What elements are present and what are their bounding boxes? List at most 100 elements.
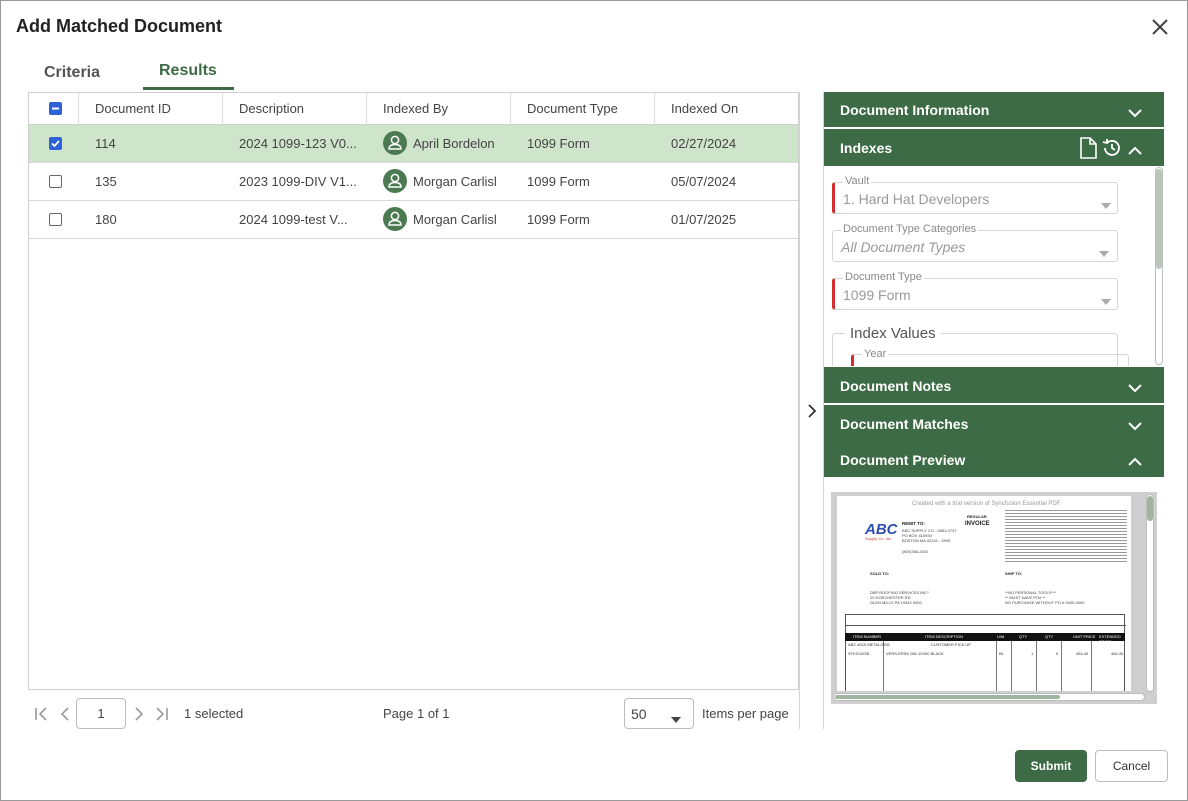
cell-description: 2024 1099-123 V0... xyxy=(239,136,357,151)
section-indexes[interactable]: Indexes xyxy=(824,129,1164,166)
chevron-down-icon xyxy=(1101,292,1111,305)
section-title: Document Information xyxy=(840,102,990,118)
submit-button[interactable]: Submit xyxy=(1015,750,1087,782)
user-avatar-icon xyxy=(383,131,407,155)
section-title: Indexes xyxy=(840,140,893,156)
chevron-up-icon[interactable] xyxy=(1127,454,1143,466)
cell-description: 2024 1099-test V... xyxy=(239,212,348,227)
grid-header: Document ID Description Indexed By Docum… xyxy=(29,93,798,125)
column-header-indexed-by[interactable]: Indexed By xyxy=(366,93,511,125)
table-row[interactable]: 135 2023 1099-DIV V1... Morgan Carlisl 1… xyxy=(29,163,798,201)
document-type-value: 1099 Form xyxy=(843,287,911,303)
section-title: Document Notes xyxy=(840,378,952,394)
remit-lines: ABC SUPPLY CO - 0881-0737 PO BOX 415930 BO… xyxy=(902,528,957,543)
history-icon[interactable] xyxy=(1101,137,1123,162)
invoice-label: INVOICE xyxy=(965,521,990,527)
close-icon[interactable] xyxy=(1149,16,1171,38)
cell-document-type: 1099 Form xyxy=(527,136,590,151)
cancel-button[interactable]: Cancel xyxy=(1095,750,1168,782)
tab-results[interactable]: Results xyxy=(159,62,217,80)
column-header-description[interactable]: Description xyxy=(222,93,367,125)
document-type-categories-field[interactable]: Document Type Categories All Document Ty… xyxy=(832,223,1118,262)
chevron-right-icon[interactable] xyxy=(806,402,818,420)
cell-document-id: 135 xyxy=(95,174,117,189)
sold-to-lines: DBP ROOFING SERVICES INC* 20 DORCHESTER R… xyxy=(870,590,929,605)
document-type-field[interactable]: Document Type 1099 Form xyxy=(832,271,1118,310)
user-avatar-icon xyxy=(383,207,407,231)
abc-logo-sub: Supply Co. Inc. xyxy=(865,536,893,541)
cell-document-type: 1099 Form xyxy=(527,212,590,227)
indexes-scrollbar-thumb[interactable] xyxy=(1156,169,1162,269)
remit-to-label: REMIT TO: xyxy=(902,521,925,526)
splitter xyxy=(799,92,800,729)
select-all-checkbox[interactable] xyxy=(49,102,62,115)
column-header-document-type[interactable]: Document Type xyxy=(510,93,655,125)
row-checkbox[interactable] xyxy=(49,175,62,188)
chevron-down-icon xyxy=(1101,196,1111,209)
active-tab-indicator xyxy=(143,87,234,90)
cell-indexed-on: 01/07/2025 xyxy=(671,212,737,227)
phone: (800)366-2002 xyxy=(902,549,929,554)
indexes-body: Vault 1. Hard Hat Developers Document Ty… xyxy=(824,166,1164,366)
document-icon[interactable] xyxy=(1078,137,1098,162)
section-document-notes[interactable]: Document Notes xyxy=(824,367,1164,403)
categories-label: Document Type Categories xyxy=(841,223,979,235)
cell-indexed-on: 02/27/2024 xyxy=(671,136,737,151)
page-number-input[interactable]: 1 xyxy=(76,698,126,729)
dialog-title: Add Matched Document xyxy=(16,16,223,36)
table-row[interactable]: 180 2024 1099-test V... Morgan Carlisl 1… xyxy=(29,201,798,239)
trial-watermark: Created with a trial version of Syncfusi… xyxy=(912,501,1061,507)
first-page-icon[interactable] xyxy=(33,705,49,723)
items-per-page-label: Items per page xyxy=(702,706,789,721)
cell-indexed-by: Morgan Carlisl xyxy=(413,174,497,189)
section-document-information[interactable]: Document Information xyxy=(824,92,1164,127)
tab-criteria[interactable]: Criteria xyxy=(44,64,100,82)
column-header-document-id[interactable]: Document ID xyxy=(78,93,223,125)
vault-label: Vault xyxy=(843,175,872,187)
table-row[interactable]: 114 2024 1099-123 V0... April Bordelon 1… xyxy=(29,125,798,163)
user-avatar-icon xyxy=(383,169,407,193)
categories-value: All Document Types xyxy=(841,239,966,255)
chevron-down-icon[interactable] xyxy=(1127,105,1143,118)
terms-block xyxy=(1005,508,1127,568)
regular-label: REGULAR xyxy=(967,514,987,519)
cell-indexed-on: 05/07/2024 xyxy=(671,174,737,189)
chevron-down-icon[interactable] xyxy=(1127,380,1143,393)
ship-to-lines: **NO PERSONAL TOOLS*** ** MUST HAVE PO# *… xyxy=(1005,590,1085,605)
year-field[interactable]: Year xyxy=(851,348,1129,366)
previous-page-icon[interactable] xyxy=(57,705,73,723)
results-grid: Document ID Description Indexed By Docum… xyxy=(28,92,799,690)
preview-vertical-scrollbar[interactable] xyxy=(1146,494,1154,692)
section-title: Document Matches xyxy=(840,416,969,432)
chevron-down-icon[interactable] xyxy=(1127,418,1143,431)
row-checkbox[interactable] xyxy=(49,137,62,150)
item-table-header: ITEM NUMBER ITEM DESCRIPTION U/M QTY QTY… xyxy=(845,633,1125,644)
preview-vertical-thumb[interactable] xyxy=(1147,496,1153,521)
document-type-label: Document Type xyxy=(843,271,924,283)
section-document-preview[interactable]: Document Preview xyxy=(824,441,1164,477)
add-matched-document-dialog: Add Matched Document Criteria Results Do… xyxy=(0,0,1188,801)
preview-horizontal-scrollbar[interactable] xyxy=(833,693,1145,701)
cell-document-type: 1099 Form xyxy=(527,174,590,189)
section-title: Document Preview xyxy=(840,452,966,468)
section-document-matches[interactable]: Document Matches xyxy=(824,405,1164,441)
vault-field[interactable]: Vault 1. Hard Hat Developers xyxy=(832,175,1118,214)
sold-to-label: SOLD TO: xyxy=(870,571,890,576)
row-checkbox[interactable] xyxy=(49,213,62,226)
order-info-grid xyxy=(845,614,1126,634)
chevron-down-icon xyxy=(671,710,681,726)
year-label: Year xyxy=(862,348,889,360)
cell-document-id: 180 xyxy=(95,212,117,227)
index-values-group: Index Values Year xyxy=(832,325,1129,366)
last-page-icon[interactable] xyxy=(154,705,170,723)
page-size-select[interactable]: 50 xyxy=(624,698,694,729)
cell-indexed-by: Morgan Carlisl xyxy=(413,212,497,227)
column-header-indexed-on[interactable]: Indexed On xyxy=(654,93,798,125)
item-table-body: ABC #010 METAL/DEB CUSTOMER PICK UP STKG… xyxy=(845,641,1125,691)
next-page-icon[interactable] xyxy=(131,705,147,723)
preview-horizontal-thumb[interactable] xyxy=(835,695,1060,699)
ship-to-label: SHIP TO: xyxy=(1005,571,1023,576)
chevron-up-icon[interactable] xyxy=(1127,143,1143,155)
invoice-preview: Created with a trial version of Syncfusi… xyxy=(837,496,1131,691)
page-info: Page 1 of 1 xyxy=(383,706,450,721)
